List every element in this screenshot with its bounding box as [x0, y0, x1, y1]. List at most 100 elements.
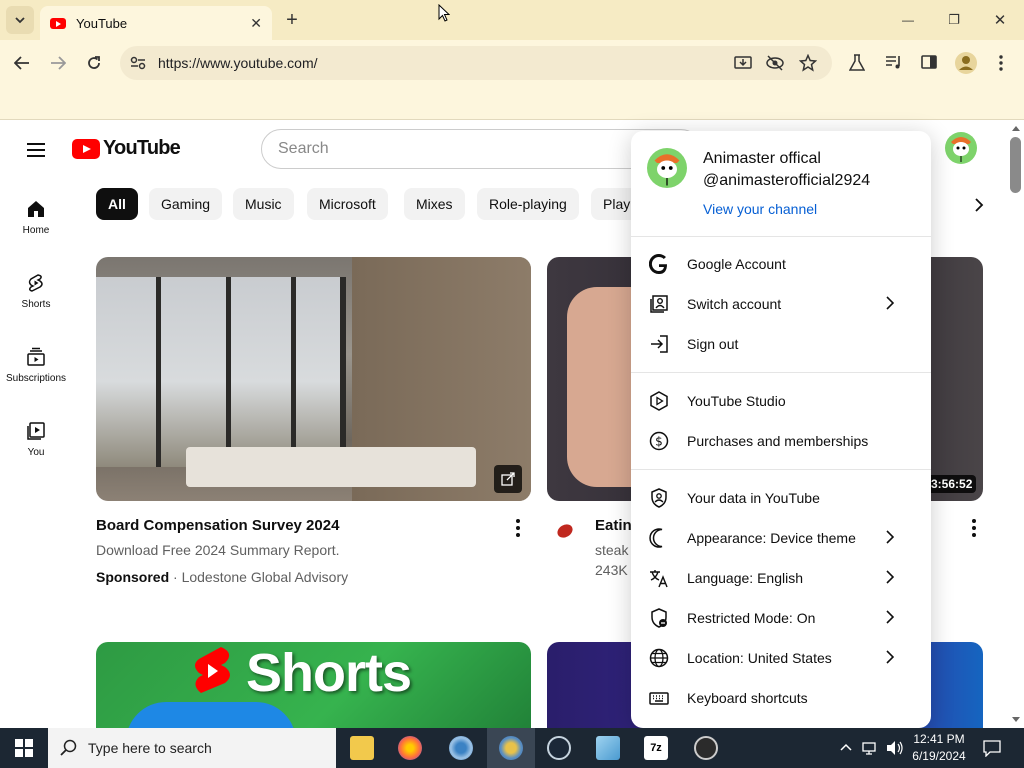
menu-divider	[631, 236, 931, 237]
switch-account-icon	[650, 295, 668, 313]
firefox-icon[interactable]	[398, 736, 422, 760]
sidebar-item-shorts[interactable]: Shorts	[0, 273, 72, 310]
menu-item-restricted-mode[interactable]: Restricted Mode: On	[631, 598, 931, 638]
sidebar-item-home[interactable]: Home	[0, 199, 72, 236]
sidebar-label-home: Home	[22, 225, 50, 236]
video-menu-icon[interactable]	[516, 519, 520, 540]
profile-avatar-button[interactable]	[955, 52, 977, 74]
you-icon	[27, 422, 45, 440]
steam-icon[interactable]	[547, 736, 571, 760]
menu-item-keyboard-shortcuts[interactable]: Keyboard shortcuts	[631, 678, 931, 718]
channel-avatar[interactable]	[553, 519, 577, 543]
chips-next-icon[interactable]	[974, 198, 984, 212]
header-avatar-button[interactable]	[945, 132, 977, 164]
youtube-studio-icon	[650, 391, 668, 411]
chevron-right-icon	[886, 530, 894, 544]
table	[186, 447, 476, 487]
menu-item-location[interactable]: Location: United States	[631, 638, 931, 678]
chip-all[interactable]: All	[96, 188, 138, 220]
scrollbar-thumb[interactable]	[1010, 137, 1021, 193]
moon-icon	[649, 528, 663, 548]
tray-chevron-up-icon[interactable]	[840, 743, 852, 751]
view-channel-link[interactable]: View your channel	[703, 201, 817, 217]
chip-music[interactable]: Music	[233, 188, 294, 220]
page-scrollbar[interactable]	[1008, 121, 1024, 728]
video-menu-icon[interactable]	[972, 519, 976, 540]
network-icon[interactable]	[862, 740, 880, 756]
browser-tab[interactable]: YouTube ✕	[40, 6, 272, 40]
back-button[interactable]	[8, 49, 36, 77]
chevron-right-icon	[886, 570, 894, 584]
chip-gaming[interactable]: Gaming	[149, 188, 223, 220]
menu-item-purchases[interactable]: $ Purchases and memberships	[631, 421, 931, 461]
youtube-logo[interactable]: YouTube	[72, 137, 181, 160]
guide-menu-button[interactable]	[27, 139, 45, 161]
menu-item-switch-account[interactable]: Switch account	[631, 284, 931, 324]
site-settings-icon[interactable]	[130, 56, 146, 70]
maximize-button[interactable]: ❐	[940, 6, 968, 34]
video-title[interactable]: Eatin	[595, 517, 632, 534]
forward-button[interactable]	[44, 49, 72, 77]
svg-text:$: $	[655, 435, 663, 449]
taskbar-clock[interactable]: 12:41 PM 6/19/2024	[908, 732, 970, 763]
chrome-active-icon[interactable]	[499, 736, 523, 760]
menu-item-appearance[interactable]: Appearance: Device theme	[631, 518, 931, 558]
menu-label: Purchases and memberships	[687, 433, 869, 449]
sidebar-item-you[interactable]: You	[0, 421, 72, 458]
scroll-up-icon[interactable]	[1012, 125, 1020, 131]
sidebar-item-subscriptions[interactable]: Subscriptions	[0, 347, 72, 384]
menu-item-youtube-studio[interactable]: YouTube Studio	[631, 381, 931, 421]
browser-titlebar: YouTube ✕ + — ❐ ✕	[0, 0, 1024, 40]
tab-close-icon[interactable]: ✕	[250, 15, 262, 32]
bookmark-star-icon[interactable]	[799, 54, 817, 72]
chip-microsoft[interactable]: Microsoft	[307, 188, 388, 220]
tab-search-button[interactable]	[6, 6, 34, 34]
side-panel-icon[interactable]	[921, 55, 937, 69]
youtube-favicon-icon	[50, 17, 66, 29]
notepad-icon[interactable]	[596, 736, 620, 760]
menu-item-language[interactable]: Language: English	[631, 558, 931, 598]
file-explorer-icon[interactable]	[350, 736, 374, 760]
media-controls-icon[interactable]	[885, 54, 903, 70]
subscriptions-icon	[27, 347, 45, 366]
minimize-button[interactable]: —	[894, 6, 922, 34]
obs-icon[interactable]	[694, 736, 718, 760]
menu-label: Language: English	[687, 570, 803, 586]
account-menu: Animaster offical @animasterofficial2924…	[631, 131, 931, 728]
close-window-button[interactable]: ✕	[986, 6, 1014, 34]
chip-mixes[interactable]: Mixes	[404, 188, 465, 220]
volume-icon[interactable]	[886, 740, 904, 756]
window-frame	[96, 277, 346, 467]
menu-label: Switch account	[687, 296, 782, 312]
scroll-down-icon[interactable]	[1012, 717, 1020, 723]
menu-item-your-data[interactable]: Your data in YouTube	[631, 478, 931, 518]
more-vertical-icon[interactable]	[998, 55, 1004, 71]
shorts-shelf-thumbnail[interactable]: Shorts	[96, 642, 531, 728]
taskbar-search-box[interactable]: Type here to search	[48, 728, 336, 768]
search-placeholder: Search	[278, 140, 329, 157]
face	[567, 287, 637, 487]
view-count: 243K	[595, 562, 628, 578]
install-app-icon[interactable]	[734, 55, 752, 71]
eye-off-icon[interactable]	[766, 55, 784, 71]
translate-icon	[650, 570, 668, 588]
window-mullion	[156, 277, 161, 467]
video-thumbnail-ad[interactable]	[96, 257, 531, 501]
labs-flask-icon[interactable]	[849, 54, 865, 72]
open-external-icon[interactable]	[494, 465, 522, 493]
url-text: https://www.youtube.com/	[158, 55, 318, 71]
new-tab-button[interactable]: +	[278, 6, 306, 34]
menu-item-google-account[interactable]: Google Account	[631, 244, 931, 284]
steak-icon	[557, 524, 573, 538]
sidebar-label-subscriptions: Subscriptions	[5, 373, 67, 384]
7zip-icon[interactable]: 7z	[644, 736, 668, 760]
notifications-icon[interactable]	[983, 739, 1001, 757]
reload-button[interactable]	[80, 49, 108, 77]
menu-avatar	[647, 148, 687, 188]
chrome-profile-icon[interactable]	[449, 736, 473, 760]
address-bar[interactable]: https://www.youtube.com/	[120, 46, 832, 80]
video-title[interactable]: Board Compensation Survey 2024	[96, 517, 339, 534]
chip-role-playing[interactable]: Role-playing	[477, 188, 579, 220]
start-button[interactable]	[0, 728, 48, 768]
menu-item-sign-out[interactable]: Sign out	[631, 324, 931, 364]
